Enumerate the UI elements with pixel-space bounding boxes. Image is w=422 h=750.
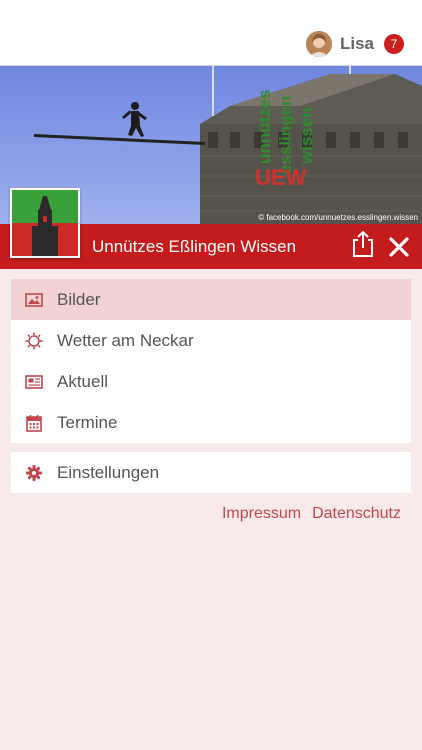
impressum-link[interactable]: Impressum	[222, 505, 301, 523]
menu-item-label: Aktuell	[57, 371, 109, 391]
close-icon[interactable]	[386, 234, 412, 260]
app-logo	[10, 188, 80, 258]
menu-item-label: Bilder	[57, 289, 101, 309]
menu-item-aktuell[interactable]: Aktuell	[11, 361, 411, 402]
top-bar: Lisa 7	[0, 0, 422, 66]
app-title: Unnützes Eßlingen Wissen	[92, 237, 297, 256]
menu-item-label: Einstellungen	[57, 462, 160, 482]
menu-item-wetter[interactable]: Wetter am Neckar	[11, 320, 411, 361]
user-name[interactable]: Lisa	[340, 34, 374, 54]
footer-links: Impressum Datenschutz	[222, 505, 401, 523]
menu-item-label: Termine	[57, 412, 118, 432]
menu-item-bilder[interactable]: Bilder	[11, 279, 411, 320]
image-icon	[25, 291, 43, 309]
calendar-icon	[25, 414, 43, 432]
menu-item-label: Wetter am Neckar	[57, 330, 194, 350]
user-avatar-icon[interactable]	[305, 31, 332, 57]
newspaper-icon	[25, 373, 43, 391]
hero-logo-line-1: unnützes	[255, 89, 274, 164]
hero-logo-line-2: esslingen	[276, 96, 295, 174]
settings-menu: Einstellungen	[11, 452, 411, 493]
image-credit: © facebook.com/unnuetzes.esslingen.wisse…	[258, 213, 418, 222]
datenschutz-link[interactable]: Datenschutz	[312, 505, 401, 523]
main-menu: Bilder Wetter am Neckar Aktuell Termine	[11, 279, 411, 443]
notification-badge[interactable]: 7	[384, 34, 404, 54]
user-account[interactable]: Lisa 7	[305, 30, 404, 58]
gear-icon	[25, 464, 43, 482]
sun-icon	[25, 332, 43, 350]
hero-logo-line-3: wissen	[297, 107, 316, 165]
menu-item-termine[interactable]: Termine	[11, 402, 411, 443]
menu-item-einstellungen[interactable]: Einstellungen	[11, 452, 411, 493]
share-icon[interactable]	[350, 230, 376, 258]
hero-logo-abbr: UEW	[255, 165, 307, 190]
